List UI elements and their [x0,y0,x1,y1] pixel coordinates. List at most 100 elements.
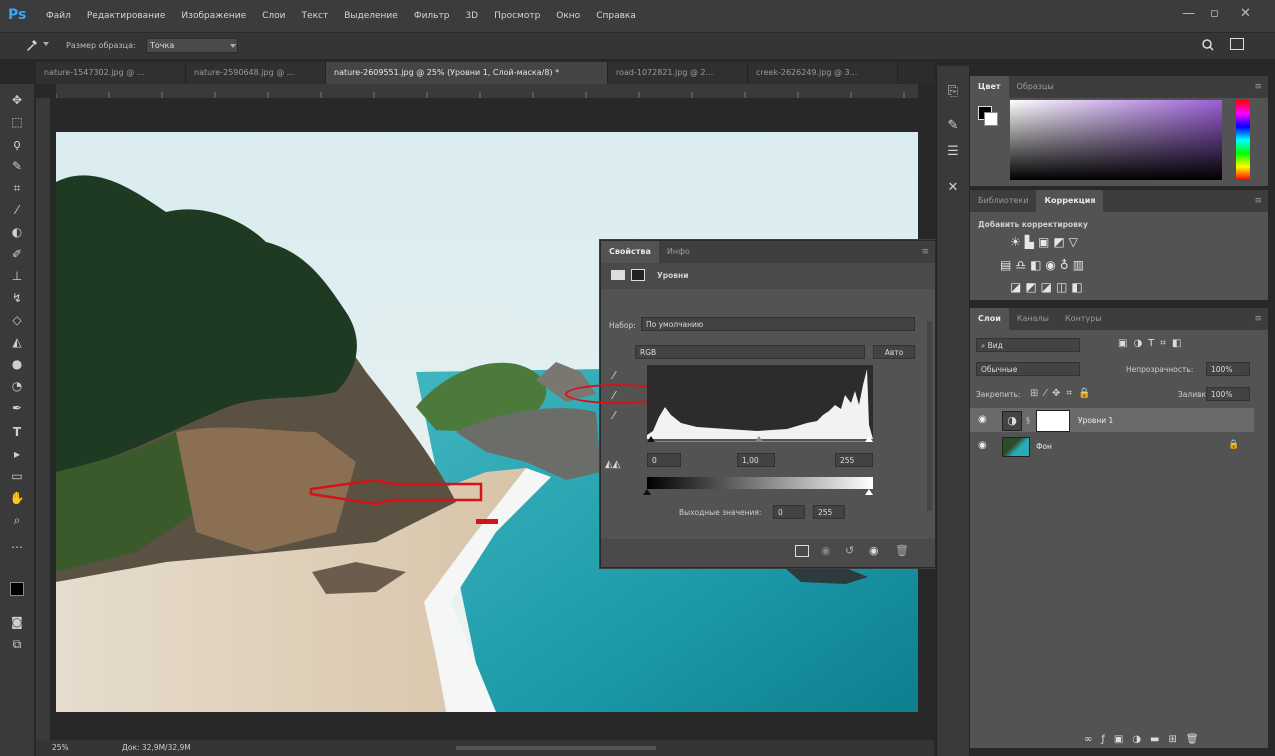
preset-select[interactable]: По умолчанию [641,317,915,331]
foreground-color-swatch[interactable] [10,582,24,596]
output-black-value[interactable]: 0 [773,505,805,519]
tools-presets-icon[interactable]: ✕ [945,180,961,196]
layer-row-levels[interactable]: ◉ ◑ § Уровни 1 [970,408,1254,432]
input-gamma-value[interactable]: 1,00 [737,453,775,467]
tab-document-4[interactable]: road-1072821.jpg @ 2... [608,62,748,84]
brush-tool-icon[interactable]: ✐ [9,246,25,262]
hand-tool-icon[interactable]: ✋ [9,490,25,506]
menu-window[interactable]: Окно [556,11,580,21]
paint-bucket-tool-icon[interactable]: ◭ [9,334,25,350]
visibility-eye-icon[interactable]: ◉ [978,440,987,451]
color-field[interactable] [1010,100,1222,180]
black-point-eyedropper-icon[interactable]: ⁄ [613,369,615,382]
hue-slider[interactable] [1236,100,1250,180]
screen-mode-icon[interactable]: ⧉ [9,636,25,652]
tab-color[interactable]: Цвет [970,76,1009,98]
menu-image[interactable]: Изображение [181,11,246,21]
view-previous-icon[interactable]: ◉ [821,544,831,557]
layer-name[interactable]: Уровни 1 [1078,416,1113,425]
pen-tool-icon[interactable]: ✒ [9,400,25,416]
eyedropper-icon[interactable] [24,37,40,53]
output-white-value[interactable]: 255 [813,505,845,519]
move-tool-icon[interactable]: ✥ [9,92,25,108]
rectangle-tool-icon[interactable]: ▭ [9,468,25,484]
adjust-panel-icon[interactable]: ☰ [945,144,961,160]
marquee-tool-icon[interactable]: ⬚ [9,114,25,130]
tab-adjustments[interactable]: Коррекция [1036,190,1104,212]
menu-file[interactable]: Файл [46,11,71,21]
menu-edit[interactable]: Редактирование [87,11,166,21]
sample-size-select[interactable]: Точка [146,38,238,53]
restore-button[interactable]: ▫ [1210,6,1219,21]
history-brush-tool-icon[interactable]: ↯ [9,290,25,306]
search-icon[interactable] [1200,37,1216,53]
background-swatch[interactable] [984,112,998,126]
eyedropper-tool-icon[interactable]: ⁄ [9,202,25,218]
adjustment-icons-row-1[interactable]: ☀▙▣◩▽ [1010,235,1082,249]
tab-layers[interactable]: Слои [970,308,1009,330]
panel-menu-icon[interactable]: ≡ [921,247,929,257]
workspace-icon[interactable] [1230,38,1244,50]
tab-paths[interactable]: Контуры [1057,308,1110,330]
type-tool-icon[interactable]: T [9,424,25,440]
auto-button[interactable]: Авто [873,345,915,359]
gamma-input-slider[interactable] [755,436,763,442]
tool-preset-arrow-icon[interactable] [43,42,49,46]
layer-filter-select[interactable]: ⌕ Вид [976,338,1080,352]
opacity-field[interactable]: 100% [1206,362,1250,376]
filter-icons[interactable]: ▣◑T⌗◧ [1118,338,1187,349]
lasso-tool-icon[interactable]: ϙ [9,136,25,152]
horizontal-scrollbar[interactable] [456,746,656,750]
tab-swatches[interactable]: Образцы [1009,76,1062,98]
blur-tool-icon[interactable]: ● [9,356,25,372]
menu-view[interactable]: Просмотр [494,11,540,21]
dodge-tool-icon[interactable]: ◔ [9,378,25,394]
more-tools-icon[interactable]: … [9,536,25,552]
layer-name[interactable]: Фон [1036,442,1052,451]
tab-channels[interactable]: Каналы [1009,308,1057,330]
channel-select[interactable]: RGB [635,345,865,359]
lock-icons[interactable]: ⊞⁄✥⌗🔒 [1030,388,1097,399]
tab-info[interactable]: Инфо [659,241,698,263]
panel-menu-icon[interactable]: ≡ [1254,82,1262,92]
minimize-button[interactable]: — [1182,6,1195,21]
visibility-eye-icon[interactable]: ◉ [978,414,987,425]
white-input-slider[interactable] [865,436,873,442]
blend-mode-select[interactable]: Обычные [976,362,1080,376]
input-white-value[interactable]: 255 [835,453,873,467]
path-selection-tool-icon[interactable]: ▸ [9,446,25,462]
menu-layers[interactable]: Слои [262,11,285,21]
zoom-level[interactable]: 25% [52,743,69,752]
panel-menu-icon[interactable]: ≡ [1254,314,1262,324]
zoom-tool-icon[interactable]: ⌕ [9,512,25,528]
menu-filter[interactable]: Фильтр [414,11,450,21]
white-output-slider[interactable] [865,489,873,495]
history-icon[interactable]: ⎘ [945,84,961,100]
tab-document-1[interactable]: nature-1547302.jpg @ ... [36,62,186,84]
delete-icon[interactable]: 🗑 [895,544,909,557]
tab-libraries[interactable]: Библиотеки [970,190,1036,212]
black-output-slider[interactable] [643,489,651,495]
layer-row-background[interactable]: ◉ Фон 🔒 [970,434,1254,458]
tab-document-5[interactable]: creek-2626249.jpg @ 3... [748,62,898,84]
menu-select[interactable]: Выделение [344,11,398,21]
input-black-value[interactable]: 0 [647,453,681,467]
properties-scrollbar[interactable] [927,321,932,511]
reset-icon[interactable]: ↺ [845,544,854,557]
visibility-icon[interactable]: ◉ [869,544,879,557]
layer-actions[interactable]: ∞ƒ▣◑▬⊞🗑 [1084,734,1208,745]
clipping-warning-icon[interactable]: ◭◭ [605,459,620,470]
tab-document-active[interactable]: nature-2609551.jpg @ 25% (Уровни 1, Слой… [326,62,608,84]
layer-mask-icon[interactable] [631,269,645,281]
tab-properties[interactable]: Свойства [601,241,659,263]
menu-3d[interactable]: 3D [465,11,478,21]
layer-mask-thumbnail[interactable] [1036,410,1070,432]
clone-stamp-tool-icon[interactable]: ⊥ [9,268,25,284]
healing-brush-tool-icon[interactable]: ◐ [9,224,25,240]
close-window-button[interactable]: ✕ [1240,6,1251,21]
quick-selection-tool-icon[interactable]: ✎ [9,158,25,174]
fill-field[interactable]: 100% [1206,387,1250,401]
brush-presets-icon[interactable]: ✎ [945,118,961,134]
white-point-eyedropper-icon[interactable]: ⁄ [613,409,615,422]
menu-help[interactable]: Справка [596,11,636,21]
